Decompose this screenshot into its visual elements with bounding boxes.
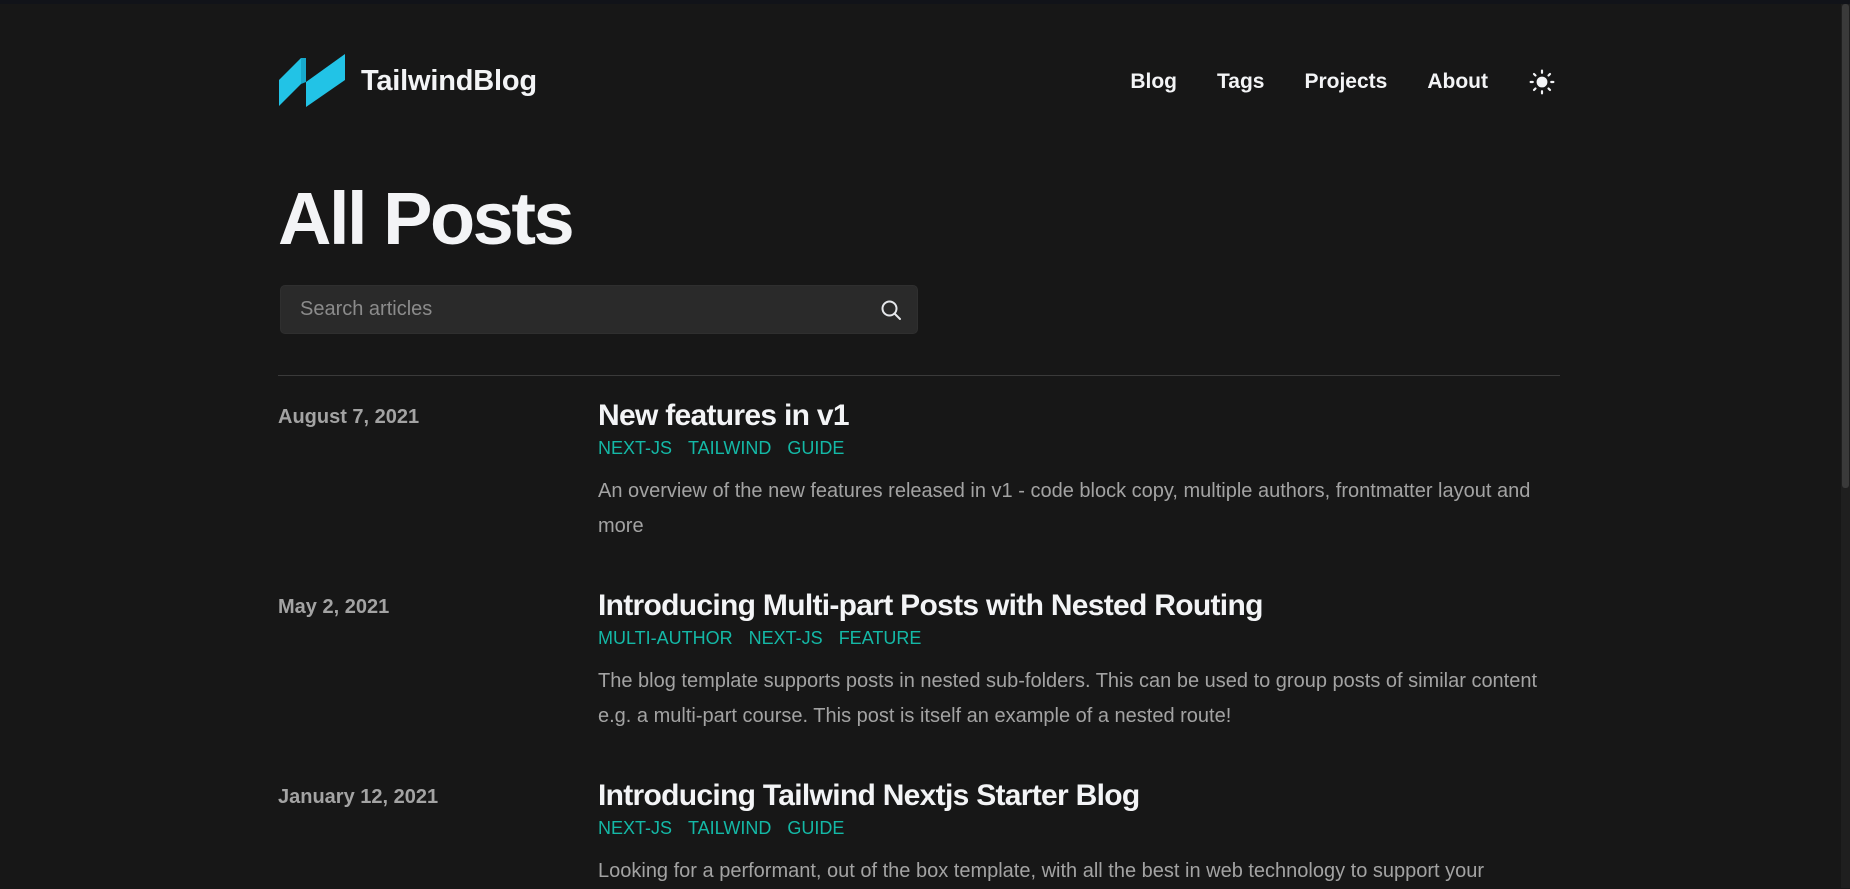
top-border bbox=[0, 0, 1850, 4]
search-input[interactable] bbox=[281, 286, 871, 333]
divider bbox=[278, 375, 1560, 376]
post-date: January 12, 2021 bbox=[278, 786, 439, 808]
nav-blog[interactable]: Blog bbox=[1130, 70, 1177, 94]
logo-icon bbox=[279, 54, 345, 107]
post-date: May 2, 2021 bbox=[278, 596, 390, 618]
tag-link[interactable]: GUIDE bbox=[787, 438, 844, 459]
tag-link[interactable]: FEATURE bbox=[839, 628, 922, 649]
post-summary: An overview of the new features released… bbox=[598, 480, 1531, 537]
nav-about[interactable]: About bbox=[1427, 70, 1488, 94]
post-body: Introducing Multi-part Posts with Nested… bbox=[598, 588, 1560, 734]
page-title: All Posts bbox=[278, 177, 575, 260]
site-header: TailwindBlog Blog Tags Projects About bbox=[279, 54, 1560, 108]
nav-projects[interactable]: Projects bbox=[1304, 70, 1387, 94]
tag-link[interactable]: NEXT-JS bbox=[598, 818, 672, 839]
sun-icon bbox=[1529, 69, 1555, 95]
post-date: August 7, 2021 bbox=[278, 406, 420, 428]
post-title-link[interactable]: New features in v1 bbox=[598, 398, 1560, 434]
scrollbar-thumb[interactable] bbox=[1842, 4, 1849, 488]
brand-name: TailwindBlog bbox=[361, 64, 537, 97]
post-summary: Looking for a performant, out of the box… bbox=[598, 860, 1485, 882]
post-title-link[interactable]: Introducing Tailwind Nextjs Starter Blog bbox=[598, 778, 1560, 814]
main-nav: Blog Tags Projects About bbox=[1130, 64, 1560, 100]
tag-link[interactable]: NEXT-JS bbox=[598, 438, 672, 459]
search-icon bbox=[881, 300, 901, 320]
tag-link[interactable]: NEXT-JS bbox=[749, 628, 823, 649]
nav-tags[interactable]: Tags bbox=[1217, 70, 1264, 94]
post-body: Introducing Tailwind Nextjs Starter Blog… bbox=[598, 778, 1560, 889]
post-tags: MULTI-AUTHOR NEXT-JS FEATURE bbox=[598, 628, 1560, 649]
post-tags: NEXT-JS TAILWIND GUIDE bbox=[598, 818, 1560, 839]
post-tags: NEXT-JS TAILWIND GUIDE bbox=[598, 438, 1560, 459]
tag-link[interactable]: MULTI-AUTHOR bbox=[598, 628, 733, 649]
post-title-link[interactable]: Introducing Multi-part Posts with Nested… bbox=[598, 588, 1560, 624]
tag-link[interactable]: GUIDE bbox=[787, 818, 844, 839]
tag-link[interactable]: TAILWIND bbox=[688, 818, 771, 839]
post-body: New features in v1 NEXT-JS TAILWIND GUID… bbox=[598, 398, 1560, 544]
search-box bbox=[280, 285, 918, 334]
theme-toggle-button[interactable] bbox=[1524, 64, 1560, 100]
post-summary: The blog template supports posts in nest… bbox=[598, 670, 1538, 727]
tag-link[interactable]: TAILWIND bbox=[688, 438, 771, 459]
brand-link[interactable]: TailwindBlog bbox=[279, 54, 537, 108]
